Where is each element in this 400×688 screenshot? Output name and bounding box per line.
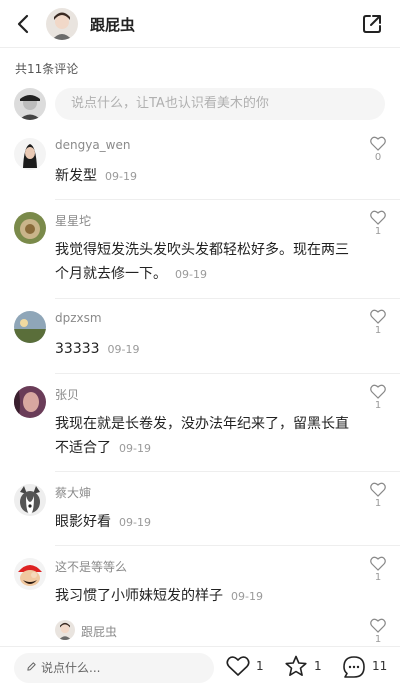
avatar[interactable] bbox=[14, 138, 46, 170]
heart-icon bbox=[370, 556, 386, 571]
comment-date: 09-19 bbox=[119, 442, 151, 455]
like-count: 1 bbox=[374, 498, 382, 509]
avatar[interactable] bbox=[14, 386, 46, 418]
comment-author[interactable]: dpzxsm bbox=[55, 311, 102, 325]
comment-author[interactable]: 星星坨 bbox=[55, 212, 91, 229]
comment-text: 我觉得短发洗头发吹头发都轻松好多。现在两三个月就去修一下。 09-19 bbox=[55, 238, 355, 287]
comment-text: 我习惯了小师妹短发的样子 09-19 bbox=[55, 584, 355, 609]
comment-author[interactable]: 张贝 bbox=[55, 386, 79, 403]
comment-body: 我现在就是长卷发，没办法年纪来了，留黑长直不适合了 bbox=[55, 416, 349, 456]
comment-author[interactable]: dengya_wen bbox=[55, 138, 130, 152]
star-icon bbox=[285, 655, 307, 676]
comment-like[interactable]: 1 bbox=[370, 309, 386, 336]
comment-body: 眼影好看 bbox=[55, 514, 111, 530]
comment-item: 张贝 我现在就是长卷发，没办法年纪来了，留黑长直不适合了 09-19 1 bbox=[0, 374, 400, 472]
sub-reply[interactable]: 跟屁虫 1 bbox=[55, 618, 400, 645]
comment-item: 这不是等等么 我习惯了小师妹短发的样子 09-19 1 bbox=[0, 546, 400, 618]
my-avatar bbox=[14, 88, 46, 120]
author-avatar[interactable] bbox=[46, 8, 78, 40]
comment-date: 09-19 bbox=[231, 590, 263, 603]
comment-text: 33333 09-19 bbox=[55, 337, 355, 362]
avatar[interactable] bbox=[14, 484, 46, 516]
comment-text: 我现在就是长卷发，没办法年纪来了，留黑长直不适合了 09-19 bbox=[55, 412, 355, 461]
like-count: 1 bbox=[256, 659, 264, 673]
comment-date: 09-19 bbox=[119, 516, 151, 529]
comment-bubble-icon bbox=[343, 656, 365, 678]
bottom-input-placeholder: 说点什么... bbox=[41, 661, 101, 675]
comment-text: 眼影好看 09-19 bbox=[55, 510, 355, 535]
avatar[interactable] bbox=[14, 311, 46, 343]
comment-author[interactable]: 这不是等等么 bbox=[55, 558, 127, 575]
avatar[interactable] bbox=[14, 558, 46, 590]
like-count: 1 bbox=[374, 572, 382, 583]
comment-count-bottom: 11 bbox=[372, 659, 388, 673]
comment-body: 33333 bbox=[55, 341, 100, 357]
bottom-bar: 说点什么... 1 1 11 bbox=[0, 646, 400, 688]
heart-icon bbox=[370, 309, 386, 324]
back-arrow-icon[interactable] bbox=[12, 12, 36, 36]
top-bar: 跟屁虫 bbox=[0, 0, 400, 48]
heart-icon bbox=[370, 210, 386, 225]
comment-like[interactable]: 1 bbox=[370, 384, 386, 411]
avatar[interactable] bbox=[14, 212, 46, 244]
bottom-comment-input[interactable]: 说点什么... bbox=[14, 653, 214, 683]
comment-like[interactable]: 1 bbox=[370, 210, 386, 237]
like-count: 1 bbox=[374, 400, 382, 411]
comment-item: 星星坨 我觉得短发洗头发吹头发都轻松好多。现在两三个月就去修一下。 09-19 1 bbox=[0, 200, 400, 299]
comment-author[interactable]: 蔡大婶 bbox=[55, 484, 91, 501]
heart-icon bbox=[370, 618, 386, 633]
heart-icon bbox=[370, 136, 386, 151]
like-count: 1 bbox=[374, 634, 382, 645]
like-count: 1 bbox=[374, 226, 382, 237]
comment-body: 新发型 bbox=[55, 168, 97, 184]
comment-item: 蔡大婶 眼影好看 09-19 1 bbox=[0, 472, 400, 546]
comment-count: 共11条评论 bbox=[15, 62, 79, 76]
favorite-count: 1 bbox=[314, 659, 322, 673]
sub-reply-like[interactable]: 1 bbox=[370, 618, 386, 645]
sub-reply-author[interactable]: 跟屁虫 bbox=[81, 623, 117, 640]
comment-date: 09-19 bbox=[107, 343, 140, 356]
page-title: 跟屁虫 bbox=[90, 16, 136, 34]
comment-item: dpzxsm 33333 09-19 1 bbox=[0, 299, 400, 374]
heart-icon bbox=[226, 656, 250, 676]
comment-input-row: 说点什么，让TA也认识看美木的你 bbox=[0, 84, 400, 124]
sub-reply-avatar[interactable] bbox=[55, 620, 75, 640]
heart-icon bbox=[370, 482, 386, 497]
comment-date: 09-19 bbox=[175, 268, 207, 281]
pencil-icon bbox=[26, 653, 37, 683]
comment-date: 09-19 bbox=[105, 170, 137, 183]
heart-icon bbox=[370, 384, 386, 399]
comment-like[interactable]: 1 bbox=[370, 556, 386, 583]
like-count: 0 bbox=[374, 152, 382, 163]
comment-input[interactable]: 说点什么，让TA也认识看美木的你 bbox=[55, 88, 385, 120]
comment-body: 我习惯了小师妹短发的样子 bbox=[55, 588, 223, 604]
comment-like[interactable]: 0 bbox=[370, 136, 386, 163]
share-icon[interactable] bbox=[360, 12, 384, 36]
comment-text: 新发型 09-19 bbox=[55, 164, 355, 189]
comment-item: dengya_wen 新发型 09-19 0 bbox=[0, 126, 400, 200]
comment-like[interactable]: 1 bbox=[370, 482, 386, 509]
like-count: 1 bbox=[374, 325, 382, 336]
